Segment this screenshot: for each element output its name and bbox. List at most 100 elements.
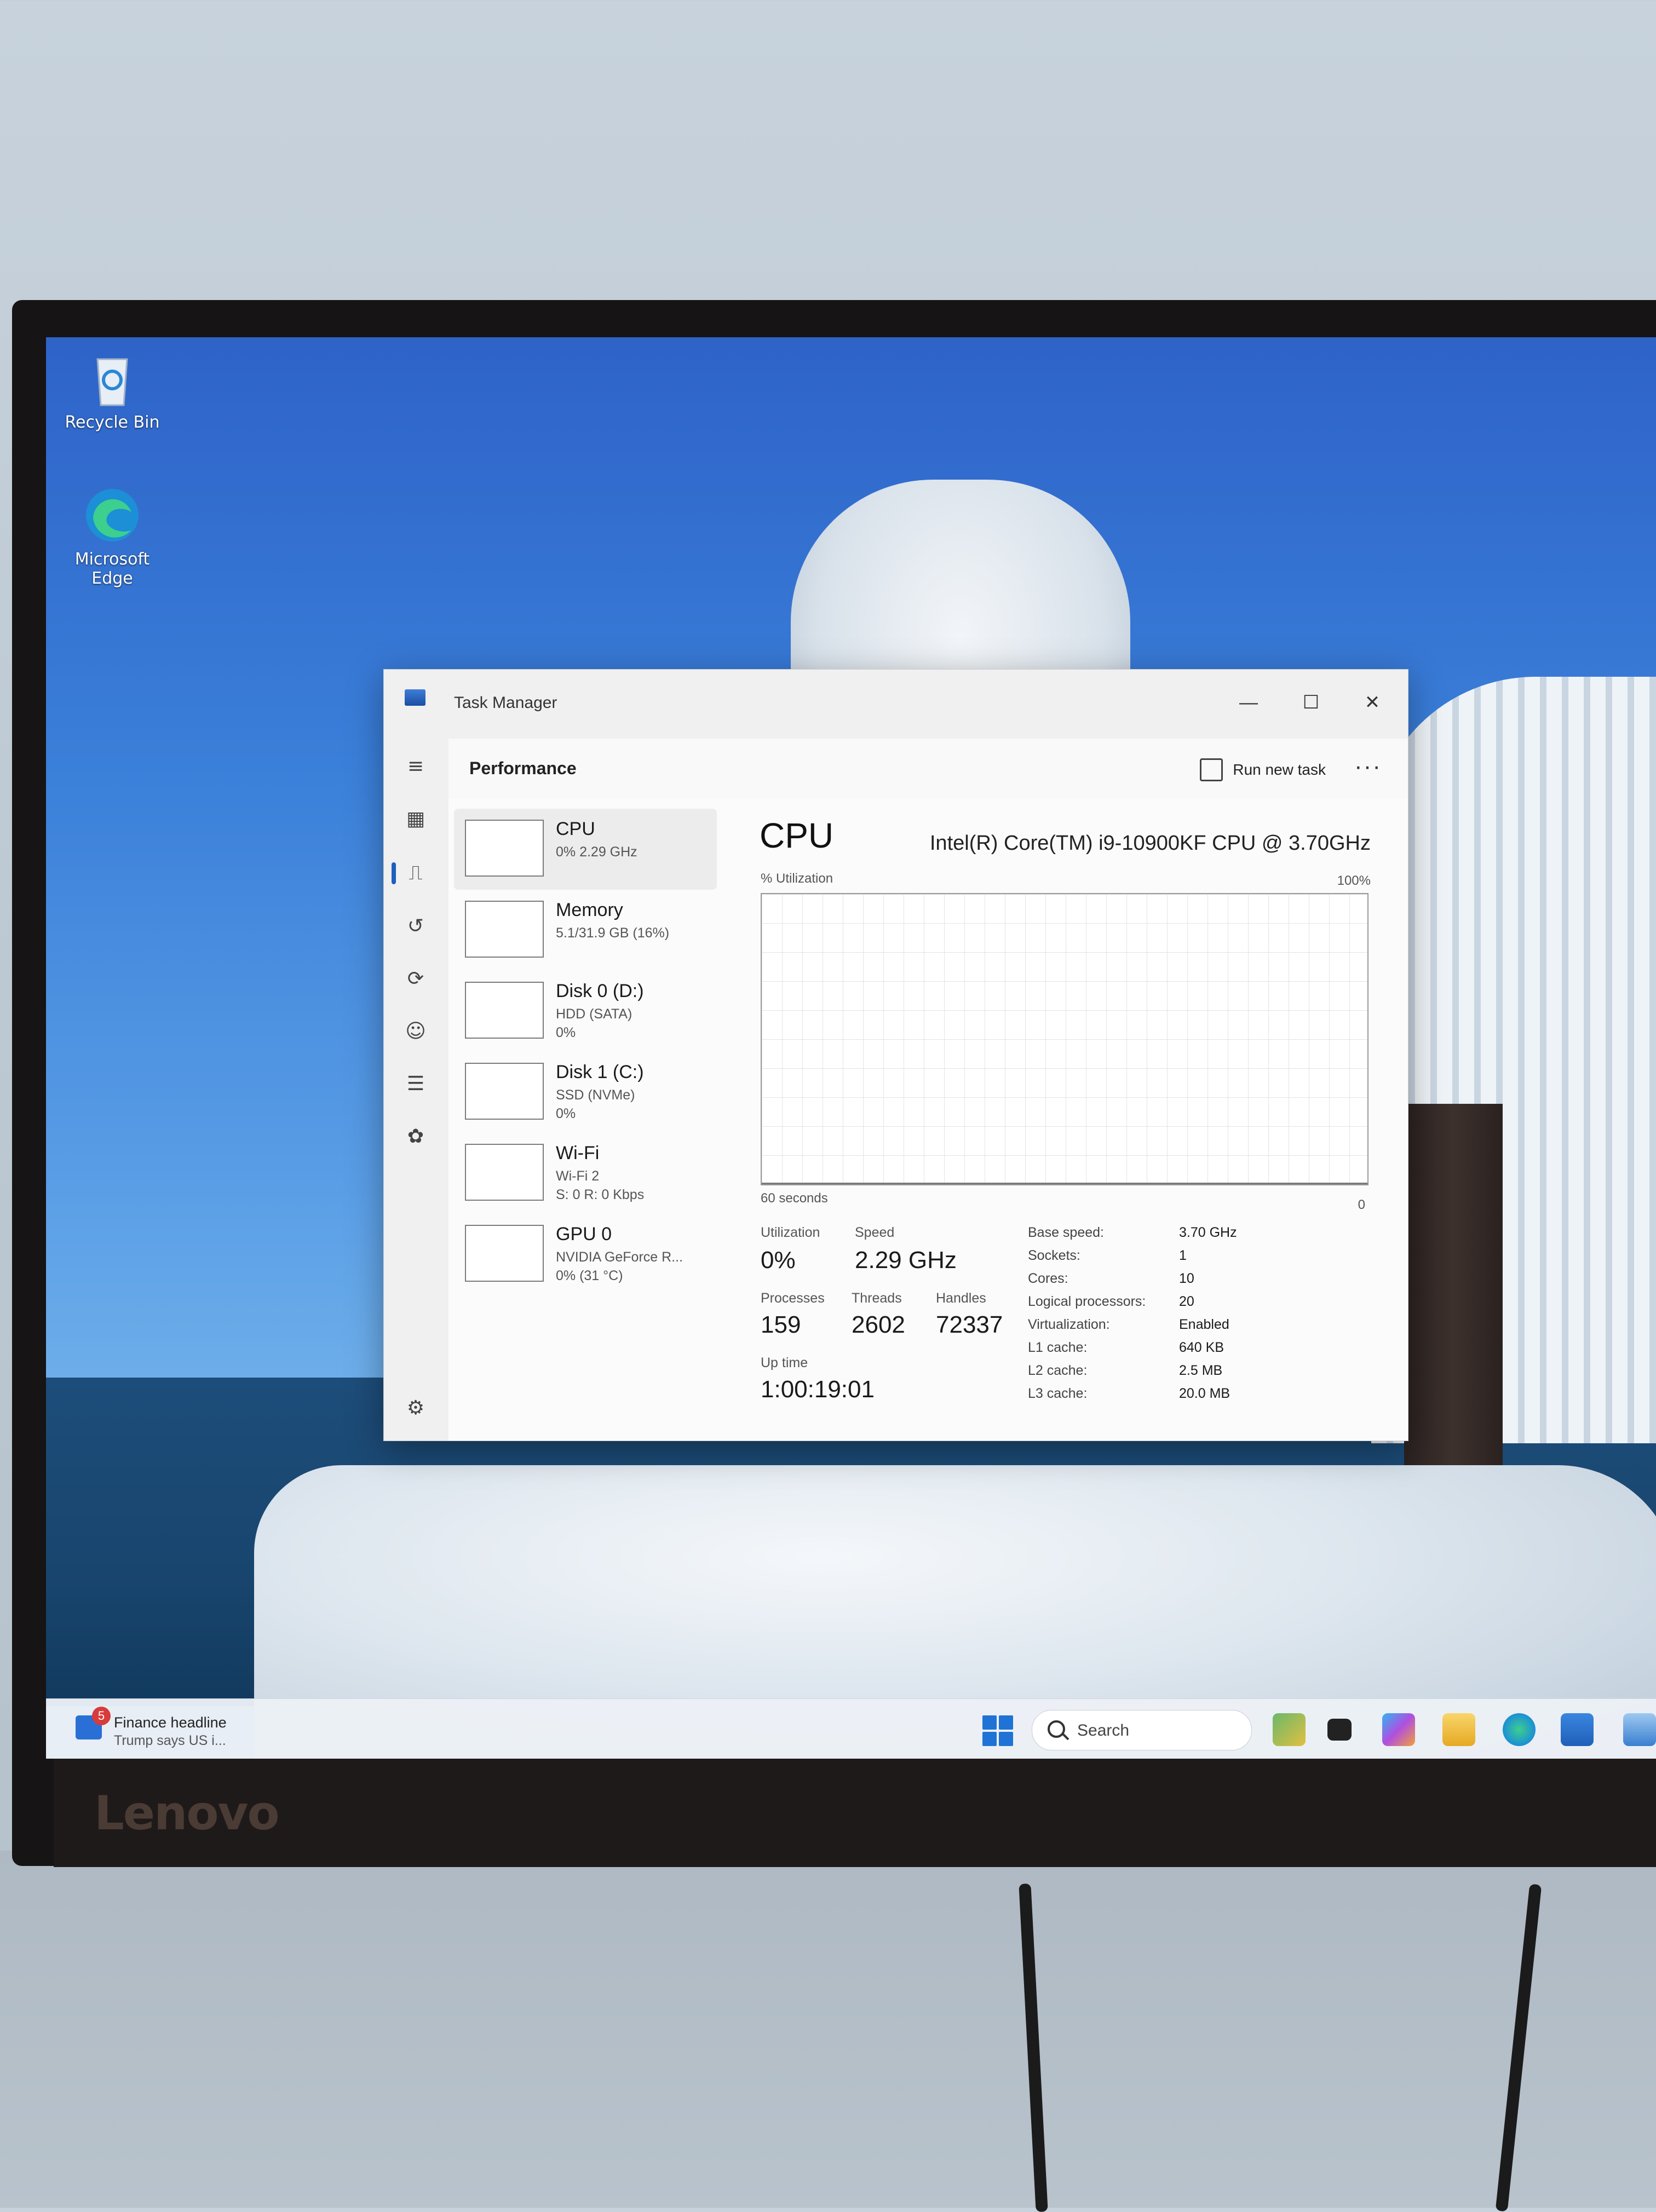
store-icon[interactable] <box>1561 1713 1594 1746</box>
cpu-specs: Base speed: 3.70 GHz Sockets: 1 Cores: 10 L… <box>1028 1225 1237 1409</box>
utilization-line <box>762 1183 1367 1184</box>
resource-thumbnail <box>465 820 544 877</box>
spec-value: 1 <box>1179 1248 1187 1263</box>
spec-value: 2.5 MB <box>1179 1363 1223 1378</box>
resource-name: Disk 0 (D:) <box>556 981 644 1001</box>
startup-icon[interactable]: ⟳ <box>400 963 431 994</box>
spec-row: L3 cache: 20.0 MB <box>1028 1386 1237 1409</box>
processes-icon[interactable]: ▦ <box>400 803 431 834</box>
cpu-model: Intel(R) Core(TM) i9-10900KF CPU @ 3.70G… <box>929 832 1371 855</box>
spec-row: Cores: 10 <box>1028 1271 1237 1294</box>
spec-key: L2 cache: <box>1028 1363 1088 1378</box>
spec-value: Enabled <box>1179 1317 1229 1332</box>
windows-logo-tile <box>982 1732 997 1746</box>
uptime-value: 1:00:19:01 <box>761 1376 875 1403</box>
windows-logo-tile <box>999 1715 1013 1730</box>
utilization-label: Utilization <box>761 1225 820 1240</box>
title-bar[interactable]: Task Manager — ☐ ✕ <box>384 670 1408 739</box>
graph-y-max: 100% <box>1337 873 1371 888</box>
task-manager-app-icon <box>405 689 426 706</box>
photos-icon[interactable] <box>1623 1713 1656 1746</box>
task-manager-window: Task Manager — ☐ ✕ ≡ ▦ ⎍ ↺ ⟳ ☺ ☰ ✿ ⚙ Per… <box>383 669 1408 1441</box>
run-new-task-label: Run new task <box>1233 761 1326 778</box>
news-widget[interactable]: 5 Finance headline Trump says US i... <box>70 1707 289 1753</box>
resource-subtext: 5.1/31.9 GB (16%) <box>556 925 670 941</box>
edge-icon[interactable] <box>1503 1713 1536 1746</box>
resource-item-gpu-0[interactable]: GPU 0 NVIDIA GeForce R... 0% (31 °C) <box>454 1214 717 1295</box>
search-icon <box>1048 1720 1065 1738</box>
resource-item-memory[interactable]: Memory 5.1/31.9 GB (16%) <box>454 890 717 971</box>
menu-icon[interactable]: ≡ <box>400 751 431 781</box>
resource-name: Disk 1 (C:) <box>556 1062 644 1082</box>
run-task-icon <box>1200 758 1223 781</box>
handles-label: Handles <box>936 1291 986 1306</box>
settings-icon[interactable]: ⚙ <box>400 1392 431 1423</box>
performance-icon[interactable]: ⎍ <box>400 858 431 889</box>
file-explorer-icon[interactable] <box>1442 1713 1475 1746</box>
desktop-screen: Recycle Bin Microsoft Edge Task Manager … <box>46 337 1656 1759</box>
spec-key: Cores: <box>1028 1271 1068 1286</box>
nav-active-indicator <box>392 862 396 884</box>
recycle-bin-label: Recycle Bin <box>65 413 160 432</box>
threads-label: Threads <box>852 1291 902 1306</box>
details-icon[interactable]: ☰ <box>400 1068 431 1099</box>
desktop-icon-edge[interactable]: Microsoft Edge <box>55 485 170 588</box>
spec-key: L3 cache: <box>1028 1386 1088 1401</box>
app-history-icon[interactable]: ↺ <box>400 911 431 941</box>
edge-label: Microsoft Edge <box>74 550 150 588</box>
run-new-task-button[interactable]: Run new task <box>1200 758 1326 781</box>
spec-value: 10 <box>1179 1271 1194 1286</box>
graph-y-label: % Utilization <box>761 871 833 886</box>
resource-list: CPU 0% 2.29 GHz Memory 5.1/31.9 GB (16%)… <box>454 809 717 1295</box>
resource-subtext: Wi-Fi 2 S: 0 R: 0 Kbps <box>556 1168 645 1202</box>
handles-value: 72337 <box>936 1311 1003 1338</box>
resource-thumbnail <box>465 982 544 1039</box>
search-placeholder: Search <box>1077 1721 1130 1739</box>
page-title: Performance <box>469 758 577 778</box>
maximize-button[interactable]: ☐ <box>1281 681 1341 724</box>
task-view-icon[interactable] <box>1327 1719 1352 1741</box>
widget-title: Finance headline <box>114 1714 227 1731</box>
monitor-chin <box>54 1752 1656 1867</box>
nav-rail: ≡ ▦ ⎍ ↺ ⟳ ☺ ☰ ✿ ⚙ <box>384 739 449 1441</box>
minimize-button[interactable]: — <box>1218 681 1279 724</box>
cpu-detail-panel: CPU Intel(R) Core(TM) i9-10900KF CPU @ 3… <box>744 799 1408 1441</box>
services-icon[interactable]: ✿ <box>400 1121 431 1151</box>
resource-subtext: NVIDIA GeForce R... 0% (31 °C) <box>556 1249 683 1283</box>
resource-item-disk-1[interactable]: Disk 1 (C:) SSD (NVMe) 0% <box>454 1052 717 1133</box>
copilot-icon[interactable] <box>1382 1713 1415 1746</box>
start-button[interactable] <box>982 1715 1013 1746</box>
page-header: Performance Run new task ··· <box>449 739 1408 799</box>
spec-row: L1 cache: 640 KB <box>1028 1340 1237 1363</box>
recycle-bin-icon <box>82 348 142 408</box>
resource-thumbnail <box>465 1063 544 1120</box>
more-options-button[interactable]: ··· <box>1354 753 1382 780</box>
processes-label: Processes <box>761 1291 825 1306</box>
notification-badge: 5 <box>92 1707 111 1725</box>
resource-item-disk-0[interactable]: Disk 0 (D:) HDD (SATA) 0% <box>454 971 717 1052</box>
taskbar: 5 Finance headline Trump says US i... Se… <box>46 1698 1656 1759</box>
spec-key: L1 cache: <box>1028 1340 1088 1355</box>
spec-key: Sockets: <box>1028 1248 1080 1263</box>
speed-value: 2.29 GHz <box>855 1247 957 1274</box>
widgets-icon[interactable] <box>1273 1713 1306 1746</box>
window-title: Task Manager <box>454 694 557 712</box>
desktop-icon-recycle-bin[interactable]: Recycle Bin <box>55 348 170 432</box>
edge-icon <box>82 485 142 545</box>
resource-name: Memory <box>556 900 623 920</box>
graph-x-min: 0 <box>1358 1197 1365 1212</box>
users-icon[interactable]: ☺ <box>400 1016 431 1046</box>
resource-subtext: 0% 2.29 GHz <box>556 844 637 860</box>
detail-title: CPU <box>760 816 834 855</box>
windows-logo-tile <box>999 1732 1013 1746</box>
resource-item-cpu[interactable]: CPU 0% 2.29 GHz <box>454 809 717 890</box>
cpu-utilization-graph <box>761 893 1369 1185</box>
resource-name: Wi-Fi <box>556 1143 600 1163</box>
resource-name: GPU 0 <box>556 1224 612 1245</box>
close-button[interactable]: ✕ <box>1342 681 1402 724</box>
spec-value: 20 <box>1179 1294 1194 1309</box>
graph-x-label: 60 seconds <box>761 1191 828 1206</box>
resource-item-wifi[interactable]: Wi-Fi Wi-Fi 2 S: 0 R: 0 Kbps <box>454 1133 717 1214</box>
utilization-value: 0% <box>761 1247 796 1274</box>
taskbar-search[interactable]: Search <box>1032 1710 1252 1750</box>
